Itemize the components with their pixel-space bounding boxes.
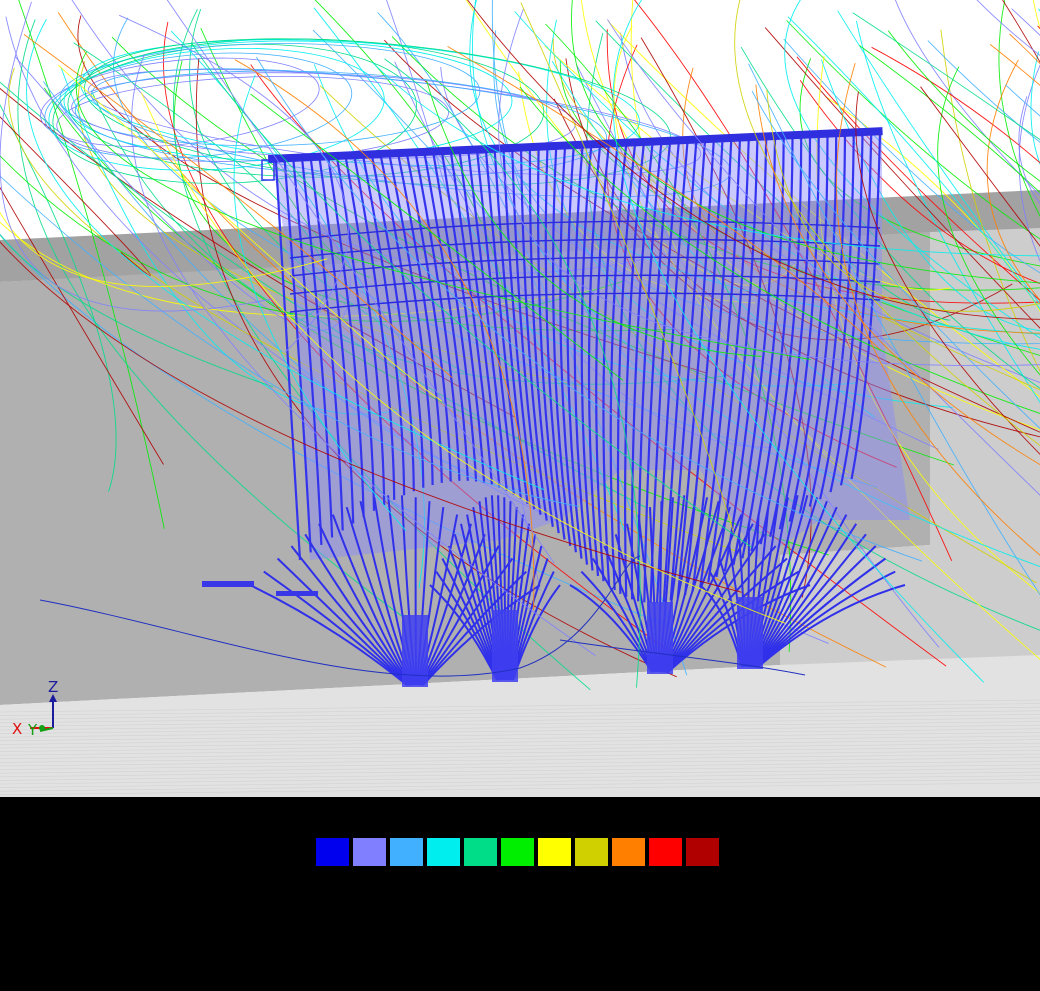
structure-left-bracket-2 xyxy=(276,591,318,596)
legend-swatch-5 xyxy=(464,838,497,866)
triad-origin xyxy=(39,725,45,731)
y-axis-label: Y xyxy=(27,721,38,739)
legend-area xyxy=(0,797,1040,991)
legend-swatch-4 xyxy=(427,838,460,866)
legend-swatch-3 xyxy=(390,838,423,866)
leg-column xyxy=(737,597,763,669)
legend-swatch-2 xyxy=(353,838,386,866)
scene-canvas[interactable]: Z X Y xyxy=(0,0,1040,797)
x-axis-label: X xyxy=(12,720,22,738)
legend-swatch-7 xyxy=(538,838,571,866)
z-axis-label: Z xyxy=(48,678,58,696)
3d-viewport[interactable]: Z X Y xyxy=(0,0,1040,797)
leg-column xyxy=(647,602,673,674)
structure-left-bracket xyxy=(202,581,254,587)
legend-swatch-6 xyxy=(501,838,534,866)
legend-swatch-8 xyxy=(575,838,608,866)
legend-swatch-1 xyxy=(316,838,349,866)
color-legend xyxy=(316,838,719,866)
legend-swatch-11 xyxy=(686,838,719,866)
legend-swatch-10 xyxy=(649,838,682,866)
legend-swatch-9 xyxy=(612,838,645,866)
